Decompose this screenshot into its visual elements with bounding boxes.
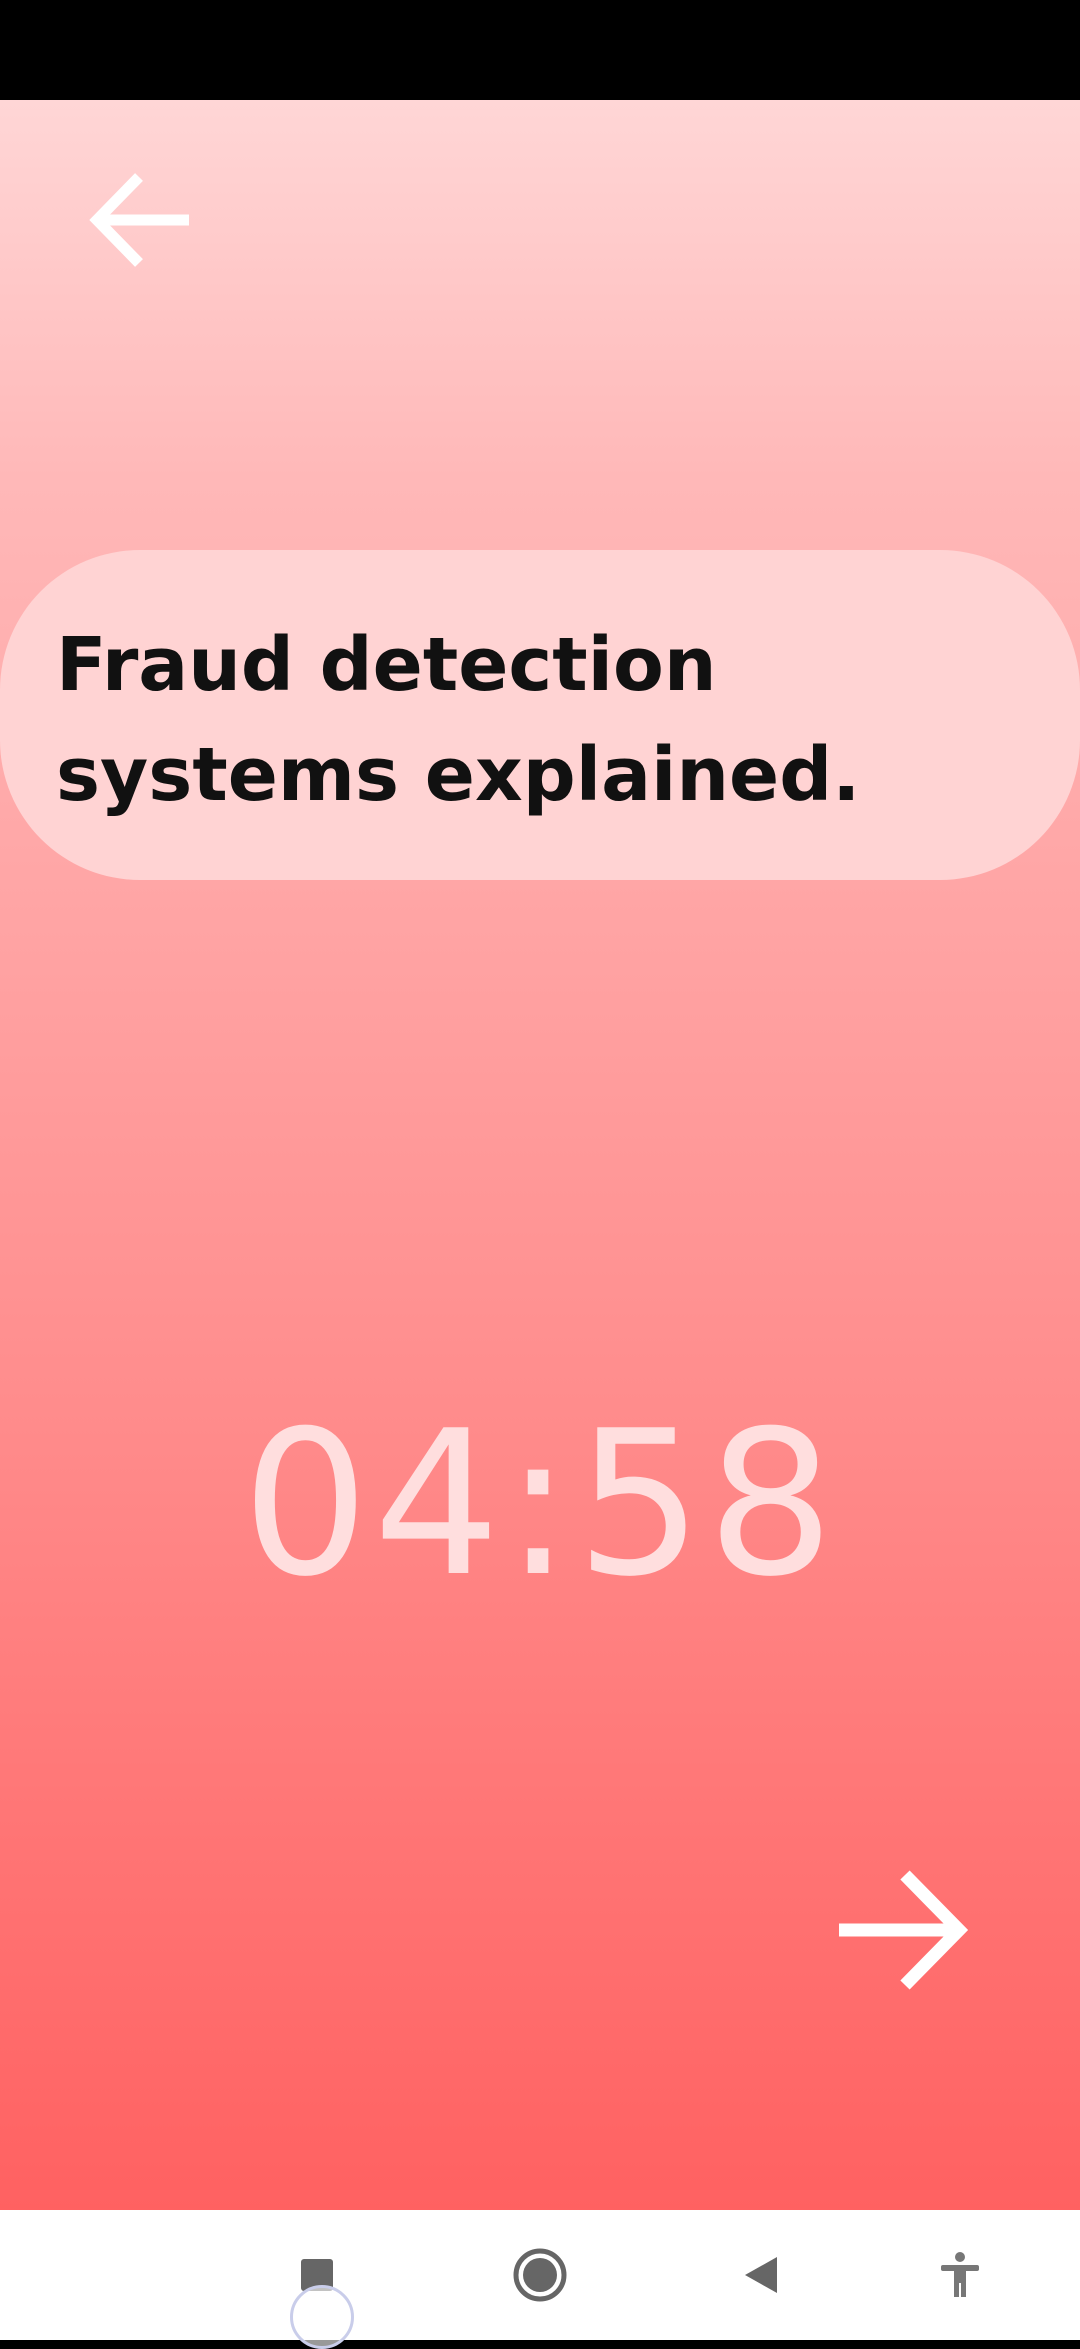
arrow-right-icon bbox=[839, 1870, 969, 1990]
arrow-left-icon bbox=[89, 173, 189, 267]
system-nav-bar bbox=[0, 2210, 1080, 2340]
topic-title: Fraud detection systems explained. bbox=[56, 622, 861, 818]
status-bar bbox=[0, 0, 1080, 100]
touch-indicator bbox=[290, 2285, 354, 2349]
topic-card: Fraud detection systems explained. bbox=[0, 550, 1080, 880]
triangle-back-icon bbox=[745, 2257, 777, 2293]
accessibility-button[interactable] bbox=[905, 2210, 1015, 2340]
circle-icon bbox=[513, 2248, 567, 2302]
countdown-timer: 04:58 bbox=[241, 1388, 839, 1621]
accessibility-icon bbox=[941, 2252, 979, 2297]
system-back-button[interactable] bbox=[706, 2210, 816, 2340]
back-button[interactable] bbox=[80, 160, 200, 280]
next-button[interactable] bbox=[815, 1845, 985, 2015]
home-button[interactable] bbox=[485, 2210, 595, 2340]
timer-screen: Fraud detection systems explained. 04:58 bbox=[0, 100, 1080, 2210]
